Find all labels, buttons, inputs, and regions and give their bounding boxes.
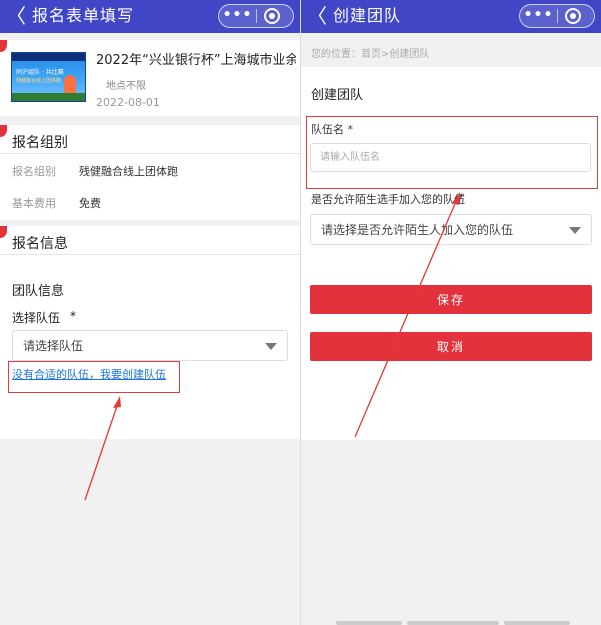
miniapp-capsule: ••• [519, 4, 595, 28]
runner-figure [64, 75, 76, 95]
capsule-divider [557, 9, 558, 23]
create-team-link[interactable]: 没有合适的队伍，我要创建队伍 [12, 366, 166, 382]
group-row-label: 报名组别 [12, 165, 56, 178]
registration-form-screen: 〈 报名表单填写 ••• 同沪组队 · 共比赛 残健融合线上团体跑 2022年“… [0, 0, 300, 625]
section-marker [0, 125, 7, 137]
allow-strangers-label: 是否允许陌生选手加入您的队伍 [311, 193, 465, 206]
required-mark: * [70, 309, 76, 323]
nav-bar: 〈 报名表单填写 ••• [0, 0, 300, 33]
nav-title: 创建团队 [333, 6, 402, 25]
select-team-placeholder: 请选择队伍 [23, 339, 84, 353]
miniapp-capsule: ••• [218, 4, 294, 28]
allow-strangers-placeholder: 请选择是否允许陌生人加入您的队伍 [321, 223, 514, 237]
event-poster-image: 同沪组队 · 共比赛 残健融合线上团体跑 [11, 52, 86, 102]
nav-bar: 〈 创建团队 ••• [301, 0, 601, 33]
event-date: 2022-08-01 [96, 96, 160, 109]
back-chevron-icon[interactable]: 〈 [6, 3, 26, 29]
capsule-divider [256, 9, 257, 23]
team-name-label: 队伍名 * [311, 123, 353, 136]
group-section: 报名组别 报名组别 残健融合线上团体跑 基本费用 免费 [0, 125, 300, 220]
section-marker [0, 226, 7, 238]
poster-text-1: 同沪组队 · 共比赛 [16, 69, 64, 76]
divider [0, 254, 300, 255]
more-menu-icon[interactable]: ••• [219, 5, 256, 27]
section-marker [0, 40, 7, 52]
close-miniapp-icon[interactable] [264, 8, 280, 24]
save-button[interactable]: 保存 [310, 285, 592, 314]
screenshot-root: 〈 报名表单填写 ••• 同沪组队 · 共比赛 残健融合线上团体跑 2022年“… [0, 0, 601, 625]
select-team-label: 选择队伍 [12, 311, 61, 325]
poster-header-band [12, 53, 85, 61]
event-card[interactable]: 同沪组队 · 共比赛 残健融合线上团体跑 2022年“兴业银行杯”上海城市业余 … [0, 40, 300, 116]
info-section-title: 报名信息 [12, 236, 68, 252]
divider [0, 153, 300, 154]
back-chevron-icon[interactable]: 〈 [307, 3, 327, 29]
team-name-input[interactable] [310, 143, 591, 172]
page-title: 创建团队 [311, 88, 364, 103]
scroll-indicator [336, 621, 402, 625]
nav-title: 报名表单填写 [32, 6, 135, 25]
cancel-button[interactable]: 取消 [310, 332, 592, 361]
event-location: 地点不限 [106, 81, 146, 92]
close-miniapp-icon[interactable] [565, 8, 581, 24]
allow-strangers-dropdown[interactable]: 请选择是否允许陌生人加入您的队伍 [310, 214, 592, 245]
dropdown-caret-icon [569, 227, 581, 234]
scroll-indicator [504, 621, 570, 625]
fee-row-value: 免费 [79, 197, 101, 210]
dropdown-caret-icon [265, 343, 277, 350]
select-team-dropdown[interactable]: 请选择队伍 [12, 330, 288, 361]
scroll-indicator [407, 621, 499, 625]
create-team-screen: 〈 创建团队 ••• 您的位置：首页>创建团队 创建团队 队伍名 * 是否允许陌… [301, 0, 601, 625]
event-title: 2022年“兴业银行杯”上海城市业余 [96, 53, 296, 68]
group-section-title: 报名组别 [12, 135, 68, 151]
required-mark: * [459, 191, 465, 204]
team-info-title: 团队信息 [12, 284, 65, 299]
fee-row-label: 基本费用 [12, 197, 56, 210]
poster-ground-stripe [12, 93, 85, 101]
group-row-value: 残健融合线上团体跑 [79, 165, 178, 178]
more-menu-icon[interactable]: ••• [520, 5, 557, 27]
create-team-form: 创建团队 队伍名 * 是否允许陌生选手加入您的队伍 * [301, 67, 601, 440]
breadcrumb: 您的位置：首页>创建团队 [311, 49, 430, 60]
poster-text-2: 残健融合线上团体跑 [16, 78, 62, 84]
